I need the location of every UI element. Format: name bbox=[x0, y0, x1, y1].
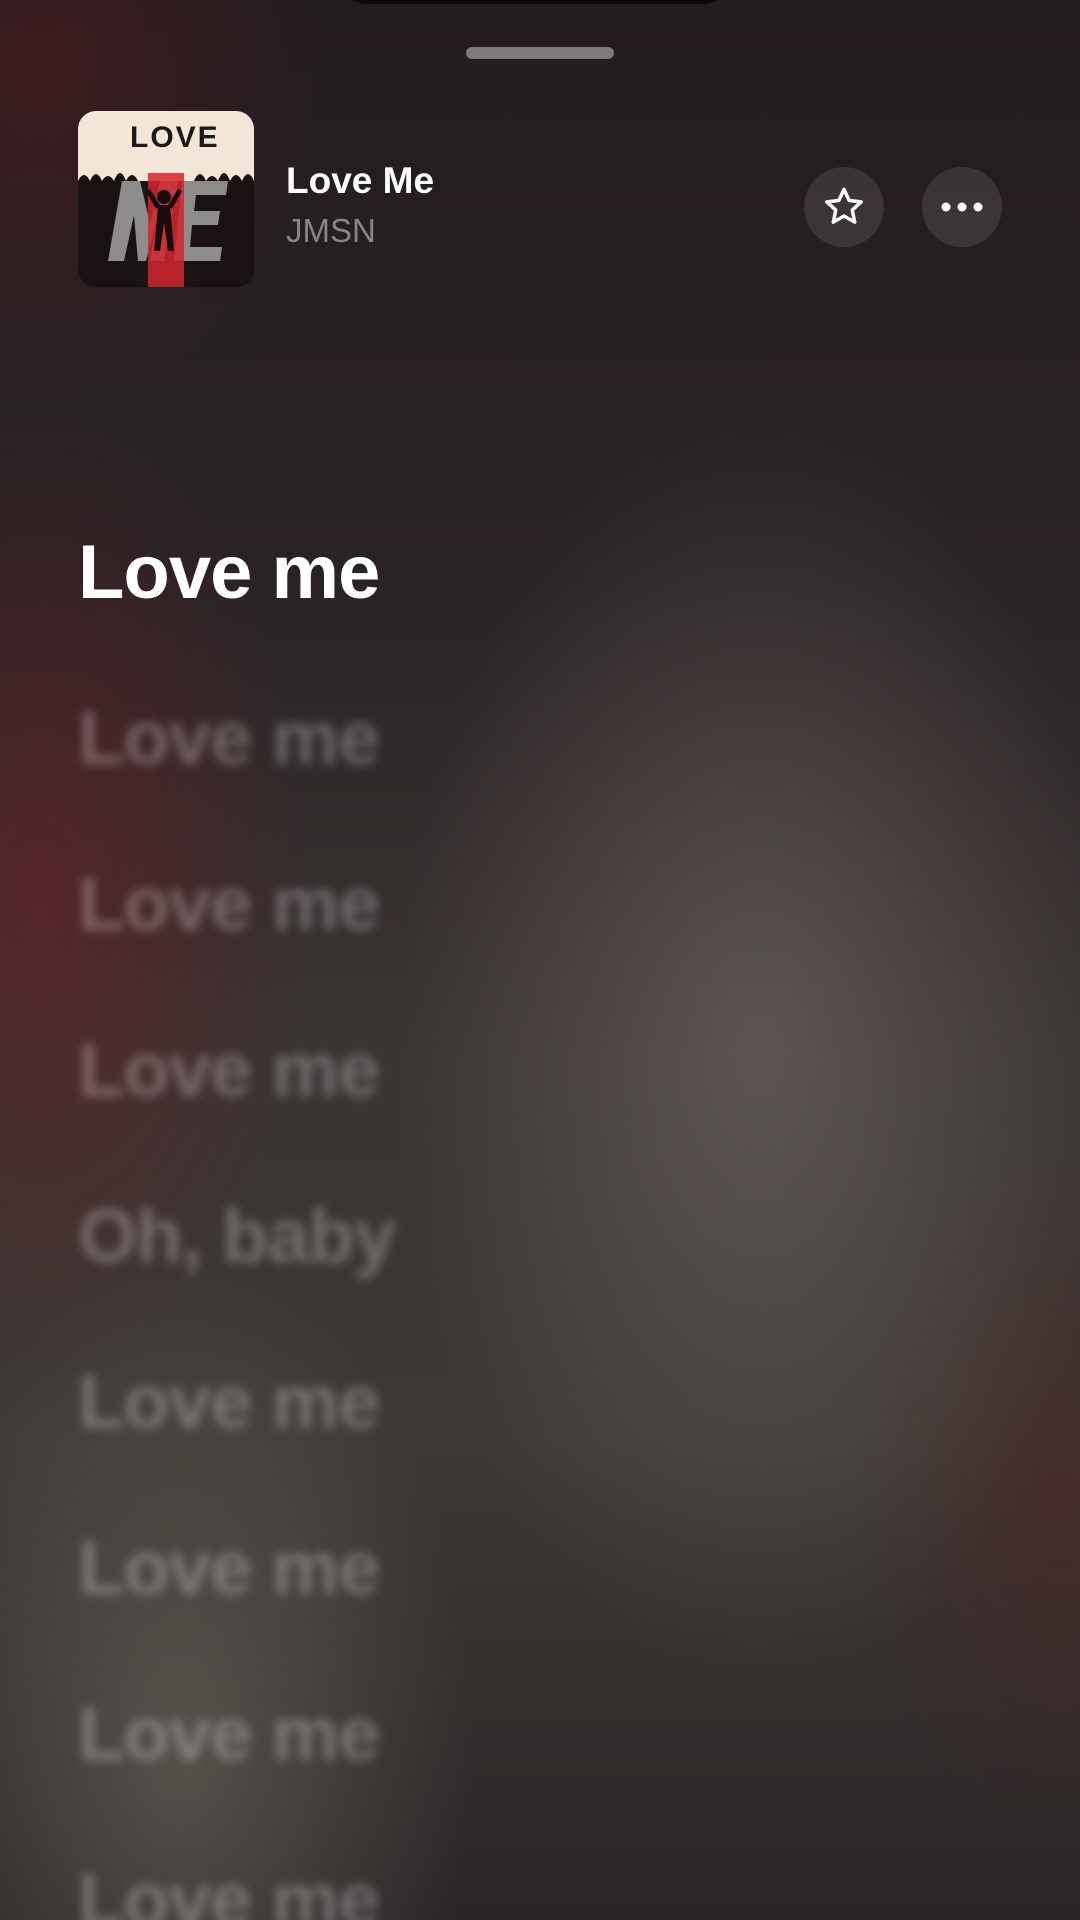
lyric-line[interactable]: Love me bbox=[78, 1818, 978, 1920]
lyric-line[interactable]: Love me bbox=[78, 1320, 978, 1486]
star-icon bbox=[825, 187, 863, 224]
lyric-line-current[interactable]: Love me bbox=[78, 490, 978, 656]
svg-text:LOVE: LOVE bbox=[130, 121, 220, 154]
sheet-grabber[interactable] bbox=[466, 47, 614, 59]
ellipsis-icon bbox=[941, 202, 983, 212]
lyrics-list[interactable]: Love me Love me Love me Love me Oh, baby… bbox=[78, 490, 978, 1920]
album-artwork-image: LOVE bbox=[78, 111, 254, 287]
song-artist[interactable]: JMSN bbox=[286, 209, 434, 253]
lyric-line[interactable]: Love me bbox=[78, 656, 978, 822]
lyric-line[interactable]: Love me bbox=[78, 822, 978, 988]
favorite-button[interactable] bbox=[804, 167, 884, 247]
lyric-line[interactable]: Love me bbox=[78, 1486, 978, 1652]
lyrics-screen: LOVE Love Me JMSN Love me Love me Love m… bbox=[0, 0, 1080, 1920]
lyric-line[interactable]: Love me bbox=[78, 988, 978, 1154]
device-notch bbox=[340, 0, 730, 4]
lyric-line[interactable]: Oh, baby bbox=[78, 1154, 978, 1320]
song-title: Love Me bbox=[286, 160, 435, 201]
album-artwork[interactable]: LOVE bbox=[78, 111, 254, 287]
song-info[interactable]: Love Me JMSN bbox=[286, 159, 434, 253]
now-playing-header: LOVE Love Me JMSN bbox=[78, 111, 1002, 287]
more-options-button[interactable] bbox=[922, 167, 1002, 247]
lyric-line[interactable]: Love me bbox=[78, 1652, 978, 1818]
